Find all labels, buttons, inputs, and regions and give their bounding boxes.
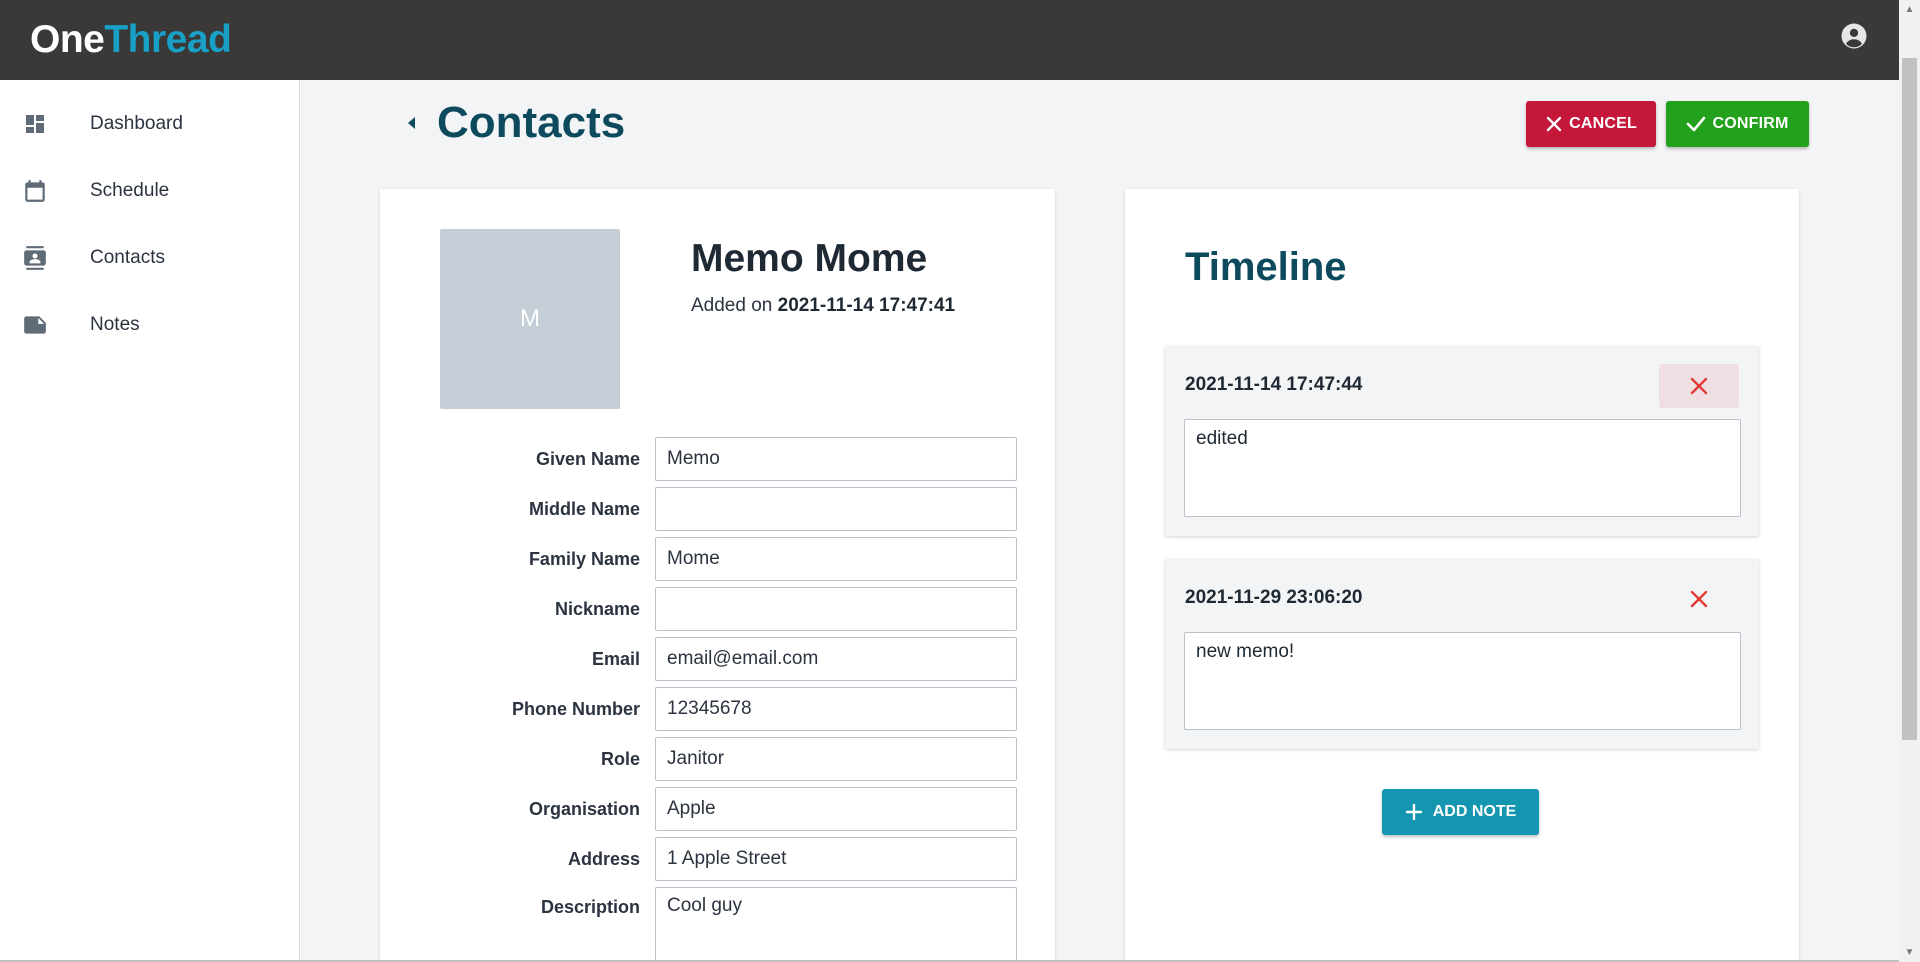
field-row-middle-name: Middle Name <box>380 487 1055 531</box>
sidebar-item-dashboard[interactable]: Dashboard <box>0 90 299 157</box>
page-header: Contacts <box>405 98 625 148</box>
field-row-given-name: Given Name <box>380 437 1055 481</box>
contact-details-card: M Memo Mome Added on 2021-11-14 17:47:41… <box>380 189 1055 962</box>
field-row-organisation: Organisation <box>380 787 1055 831</box>
close-icon <box>1690 377 1708 395</box>
nickname-label: Nickname <box>554 599 640 619</box>
check-icon <box>1687 116 1706 132</box>
cancel-button[interactable]: CANCEL <box>1526 101 1656 147</box>
phone-number-input[interactable] <box>655 687 1017 731</box>
field-row-description: Description Cool guy <box>380 887 1055 962</box>
sidebar-item-label: Notes <box>90 313 140 335</box>
dashboard-icon <box>22 111 48 137</box>
role-label: Role <box>600 749 640 769</box>
address-input[interactable] <box>655 837 1017 881</box>
sidebar-item-label: Contacts <box>90 246 165 268</box>
timeline-note: 2021-11-29 23:06:20 new memo! <box>1165 559 1759 749</box>
sidebar-item-label: Dashboard <box>90 112 183 134</box>
avatar-initial: M <box>520 305 540 332</box>
add-note-label: ADD NOTE <box>1432 803 1517 820</box>
note-timestamp: 2021-11-29 23:06:20 <box>1185 587 1363 608</box>
given-name-label: Given Name <box>535 449 640 469</box>
note-icon <box>22 312 48 338</box>
sidebar-item-notes[interactable]: Notes <box>0 291 299 358</box>
middle-name-label: Middle Name <box>528 499 640 519</box>
back-arrow-icon[interactable] <box>405 115 417 131</box>
role-input[interactable] <box>655 737 1017 781</box>
email-field[interactable] <box>655 637 1017 681</box>
organisation-input[interactable] <box>655 787 1017 831</box>
avatar[interactable]: M <box>440 229 620 409</box>
note-timestamp: 2021-11-14 17:47:44 <box>1185 374 1363 395</box>
close-icon <box>1690 590 1708 608</box>
contact-card-icon <box>22 245 48 271</box>
field-row-phone: Phone Number <box>380 687 1055 731</box>
scroll-thumb[interactable] <box>1902 58 1917 740</box>
sidebar-item-schedule[interactable]: Schedule <box>0 157 299 224</box>
timeline-card: Timeline 2021-11-14 17:47:44 edited 2021… <box>1125 189 1799 962</box>
delete-note-button[interactable] <box>1659 364 1739 408</box>
scroll-down-arrow-icon[interactable]: ▼ <box>1904 947 1915 958</box>
page-scrollbar[interactable]: ▲ ▼ <box>1899 0 1920 962</box>
page-title: Contacts <box>437 98 626 147</box>
top-bar: OneThread <box>0 0 1899 80</box>
sidebar-item-label: Schedule <box>90 179 170 201</box>
field-row-role: Role <box>380 737 1055 781</box>
added-on-timestamp: 2021-11-14 17:47:41 <box>777 295 956 316</box>
family-name-label: Family Name <box>528 549 640 569</box>
logo-thread: Thread <box>104 18 232 61</box>
field-row-nickname: Nickname <box>380 587 1055 631</box>
timeline-title: Timeline <box>1185 245 1347 289</box>
contact-name: Memo Mome <box>691 237 928 280</box>
note-textarea[interactable]: edited <box>1184 419 1741 517</box>
sidebar: Dashboard Schedule Contacts Notes <box>0 80 300 962</box>
middle-name-input[interactable] <box>655 487 1017 531</box>
added-on-text: Added on 2021-11-14 17:47:41 <box>691 295 955 317</box>
calendar-icon <box>22 178 48 204</box>
confirm-label: CONFIRM <box>1712 115 1789 132</box>
given-name-input[interactable] <box>655 437 1017 481</box>
nickname-input[interactable] <box>655 587 1017 631</box>
sidebar-item-contacts[interactable]: Contacts <box>0 224 299 291</box>
plus-icon <box>1405 803 1422 821</box>
field-row-email: Email <box>380 637 1055 681</box>
family-name-input[interactable] <box>655 537 1017 581</box>
organisation-label: Organisation <box>528 799 640 819</box>
timeline-note: 2021-11-14 17:47:44 edited <box>1165 346 1759 536</box>
description-textarea[interactable]: Cool guy <box>655 887 1017 962</box>
account-circle-icon[interactable] <box>1839 21 1869 51</box>
logo-one: One <box>30 18 105 61</box>
cancel-label: CANCEL <box>1569 115 1637 132</box>
added-on-prefix: Added on <box>691 295 773 316</box>
note-textarea[interactable]: new memo! <box>1184 632 1741 730</box>
phone-number-label: Phone Number <box>511 699 640 719</box>
delete-note-button[interactable] <box>1659 577 1739 621</box>
app-logo[interactable]: OneThread <box>30 18 232 62</box>
scroll-up-arrow-icon[interactable]: ▲ <box>1904 4 1915 15</box>
address-label: Address <box>567 849 640 869</box>
add-note-button[interactable]: ADD NOTE <box>1382 789 1539 835</box>
field-row-family-name: Family Name <box>380 537 1055 581</box>
close-icon <box>1546 116 1562 132</box>
confirm-button[interactable]: CONFIRM <box>1666 101 1809 147</box>
field-row-address: Address <box>380 837 1055 881</box>
email-label: Email <box>591 649 640 669</box>
description-label: Description <box>540 897 640 917</box>
